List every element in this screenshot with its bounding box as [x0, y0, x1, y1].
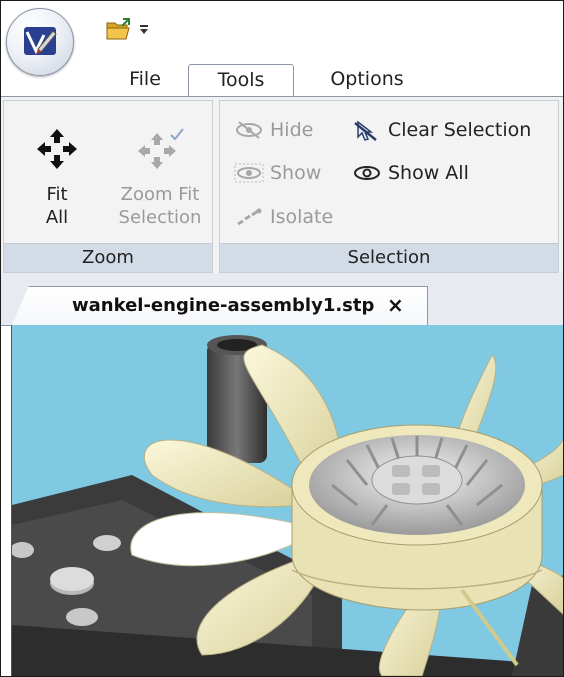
zoom-group: Fit All Zoom Fit Selection Zoom [3, 100, 213, 273]
engine-model-render [12, 335, 563, 676]
tab-tools[interactable]: Tools [188, 64, 294, 97]
ribbon-panel: Fit All Zoom Fit Selection Zoom Hide Sho… [1, 96, 563, 275]
clear-selection-icon [354, 120, 377, 141]
open-folder-icon[interactable] [105, 17, 133, 41]
ribbon-tab-row: File Tools Options [1, 58, 563, 97]
tab-options[interactable]: Options [315, 64, 419, 95]
eye-hidden-icon [236, 121, 262, 139]
document-tab-title: wankel-engine-assembly1.stp [72, 295, 375, 316]
zoom-fit-selection-label: Zoom Fit Selection [108, 183, 212, 229]
selection-group: Hide Show Isolate Clear Selection Show A… [219, 100, 559, 273]
quick-access-toolbar [1, 1, 563, 58]
fit-all-label-line2: All [45, 207, 69, 228]
zoom-fit-label-line1: Zoom Fit [120, 184, 200, 205]
zoom-fit-label-line2: Selection [118, 207, 202, 228]
clear-selection-label: Clear Selection [388, 119, 532, 141]
isolate-label: Isolate [270, 206, 334, 228]
fit-all-arrows-icon [37, 129, 77, 169]
app-logo-icon [24, 27, 57, 55]
document-tab[interactable]: wankel-engine-assembly1.stp × [11, 286, 428, 327]
eye-icon [354, 166, 380, 180]
zoom-fit-selection-icon [138, 128, 184, 169]
fit-all-label-line1: Fit [46, 184, 68, 205]
tab-file[interactable]: File [113, 64, 177, 95]
close-icon[interactable]: × [387, 293, 404, 317]
3d-viewport[interactable] [11, 325, 563, 676]
customize-dropdown-icon[interactable] [139, 21, 149, 35]
hide-label: Hide [270, 119, 314, 141]
show-all-label: Show All [388, 162, 469, 184]
fit-all-label: Fit All [14, 183, 100, 229]
zoom-group-label: Zoom [4, 243, 212, 272]
fit-all-button[interactable]: Fit All [14, 113, 100, 241]
show-label: Show [270, 162, 322, 184]
isolate-icon [237, 208, 262, 226]
eye-icon [234, 163, 264, 183]
document-tab-strip: wankel-engine-assembly1.stp × [1, 273, 563, 327]
app-window: File Tools Options Fit All Zoom Fit Sele… [0, 0, 564, 677]
application-menu-button[interactable] [6, 8, 74, 76]
zoom-fit-selection-button[interactable]: Zoom Fit Selection [108, 113, 212, 241]
selection-group-label: Selection [220, 243, 558, 272]
